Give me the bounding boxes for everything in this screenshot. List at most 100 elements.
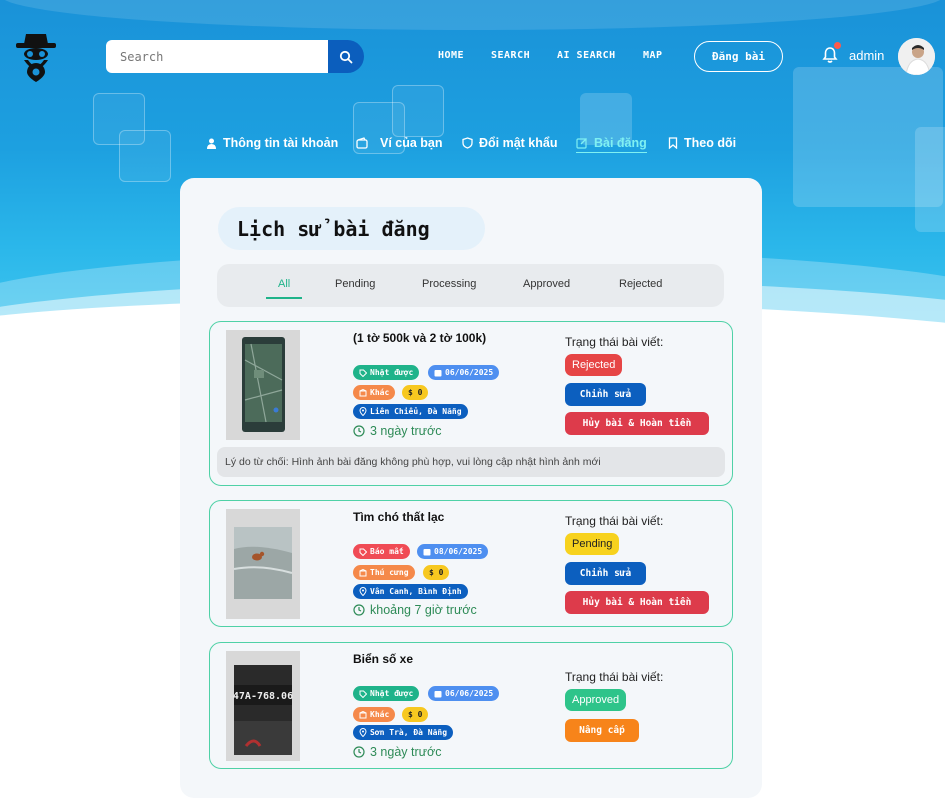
post-card: (1 tờ 500k và 2 tờ 100k) Nhặt được 06/06… [209,321,733,486]
active-tab-indicator [266,297,302,299]
nav-search[interactable]: SEARCH [491,50,530,61]
status-label: Trạng thái bài viết: [565,335,664,349]
subnav-posts[interactable]: Bài đăng [576,133,647,153]
price-chip: $ 0 [402,707,429,722]
post-time: khoảng 7 giờ trước [353,603,477,617]
avatar[interactable] [898,38,935,75]
post-thumbnail[interactable] [226,330,300,440]
date-chip: 08/06/2025 [417,544,489,559]
type-label: Nhặt được [370,368,414,377]
clock-icon [353,746,365,758]
search-icon [339,50,353,63]
category-label: Khác [370,710,390,719]
wallet-icon [356,137,368,149]
location-chip: Liên Chiểu, Đà Nẵng [353,404,468,419]
category-label: Khác [370,388,390,397]
logo[interactable] [14,30,58,82]
map-screenshot-image [226,330,300,440]
bookmark-icon [668,137,678,149]
type-chip: Nhặt được [353,686,420,701]
tab-approved[interactable]: Approved [523,278,570,290]
rejection-reason: Lý do từ chối: Hình ảnh bài đăng không p… [217,447,725,477]
calendar-icon [434,369,442,376]
status-badge: Rejected [565,354,623,376]
search-input[interactable] [106,40,328,73]
post-card: 47A-768.06 Biển số xe Nhặt được 06/06/20… [209,642,733,769]
search-bar [106,40,364,73]
search-button[interactable] [328,40,364,73]
time-label: 3 ngày trước [370,424,442,438]
nav-home[interactable]: HOME [438,50,464,61]
edit-icon [576,137,587,149]
tag-icon [359,548,367,556]
location-pin-icon [359,728,367,737]
price-chip: $ 0 [423,565,450,580]
create-post-button[interactable]: Đăng bài [694,41,783,72]
subnav-label: Thông tin tài khoản [223,136,339,150]
box-icon [359,710,367,718]
post-card: Tìm chó thất lạc Báo mất 08/06/2025 Thú … [209,500,733,627]
cancel-refund-button[interactable]: Hủy bài & Hoàn tiền [565,412,709,435]
location-pin-icon [359,587,367,596]
notification-dot [834,42,841,49]
tag-icon [359,369,367,377]
category-label: Thú cưng [370,568,409,577]
calendar-icon [423,548,431,555]
dog-photo-image [226,509,300,619]
date-label: 06/06/2025 [445,368,494,377]
tab-all[interactable]: All [278,278,290,290]
subnav-label: Ví của bạn [380,136,443,150]
tab-pending[interactable]: Pending [335,278,375,290]
subnav-account-info[interactable]: Thông tin tài khoản [206,133,338,153]
clock-icon [353,604,365,616]
post-title[interactable]: (1 tờ 500k và 2 tờ 100k) [353,331,486,345]
date-label: 08/06/2025 [434,547,483,556]
location-label: Sơn Trà, Đà Nẵng [370,728,448,737]
avatar-image [898,38,935,75]
status-badge: Approved [565,689,627,711]
post-thumbnail[interactable]: 47A-768.06 [226,651,300,761]
date-chip: 06/06/2025 [428,686,500,701]
type-label: Báo mất [370,547,404,556]
post-title[interactable]: Biển số xe [353,652,413,666]
tag-icon [359,690,367,698]
post-thumbnail[interactable] [226,509,300,619]
upgrade-button[interactable]: Nâng cấp [565,719,639,742]
tab-processing[interactable]: Processing [422,278,476,290]
plate-text: 47A-768.06 [233,691,293,702]
subnav-wallet[interactable]: Ví của bạn [356,133,443,153]
type-label: Nhặt được [370,689,414,698]
calendar-icon [434,690,442,697]
nav-map[interactable]: MAP [643,50,663,61]
post-time: 3 ngày trước [353,424,441,438]
license-plate-image: 47A-768.06 [226,651,300,761]
tab-rejected[interactable]: Rejected [619,278,662,290]
user-name[interactable]: admin [849,48,884,63]
box-icon [359,568,367,576]
time-label: khoảng 7 giờ trước [370,603,477,617]
page-title: Lịch sử bài đăng [218,207,485,250]
status-label: Trạng thái bài viết: [565,514,664,528]
status-label: Trạng thái bài viết: [565,670,664,684]
date-label: 06/06/2025 [445,689,494,698]
location-chip: Vân Canh, Bình Định [353,584,468,599]
user-icon [207,138,216,149]
post-title[interactable]: Tìm chó thất lạc [353,510,444,524]
cancel-refund-button[interactable]: Hủy bài & Hoàn tiền [565,591,709,614]
category-chip: Khác [353,385,396,400]
nav-ai-search[interactable]: AI SEARCH [557,50,616,61]
subnav-change-password[interactable]: Đổi mật khẩu [462,133,558,153]
location-chip: Sơn Trà, Đà Nẵng [353,725,454,740]
subnav-follow[interactable]: Theo dõi [668,133,736,153]
type-chip: Nhặt được [353,365,420,380]
location-label: Vân Canh, Bình Định [370,587,462,596]
subnav-label: Theo dõi [684,136,737,150]
type-chip: Báo mất [353,544,410,559]
edit-button[interactable]: Chỉnh sửa [565,562,646,585]
status-badge: Pending [565,533,620,555]
time-label: 3 ngày trước [370,745,442,759]
edit-button[interactable]: Chỉnh sửa [565,383,646,406]
status-tabs: All Pending Processing Approved Rejected [217,264,724,307]
date-chip: 06/06/2025 [428,365,500,380]
location-label: Liên Chiểu, Đà Nẵng [370,407,462,416]
